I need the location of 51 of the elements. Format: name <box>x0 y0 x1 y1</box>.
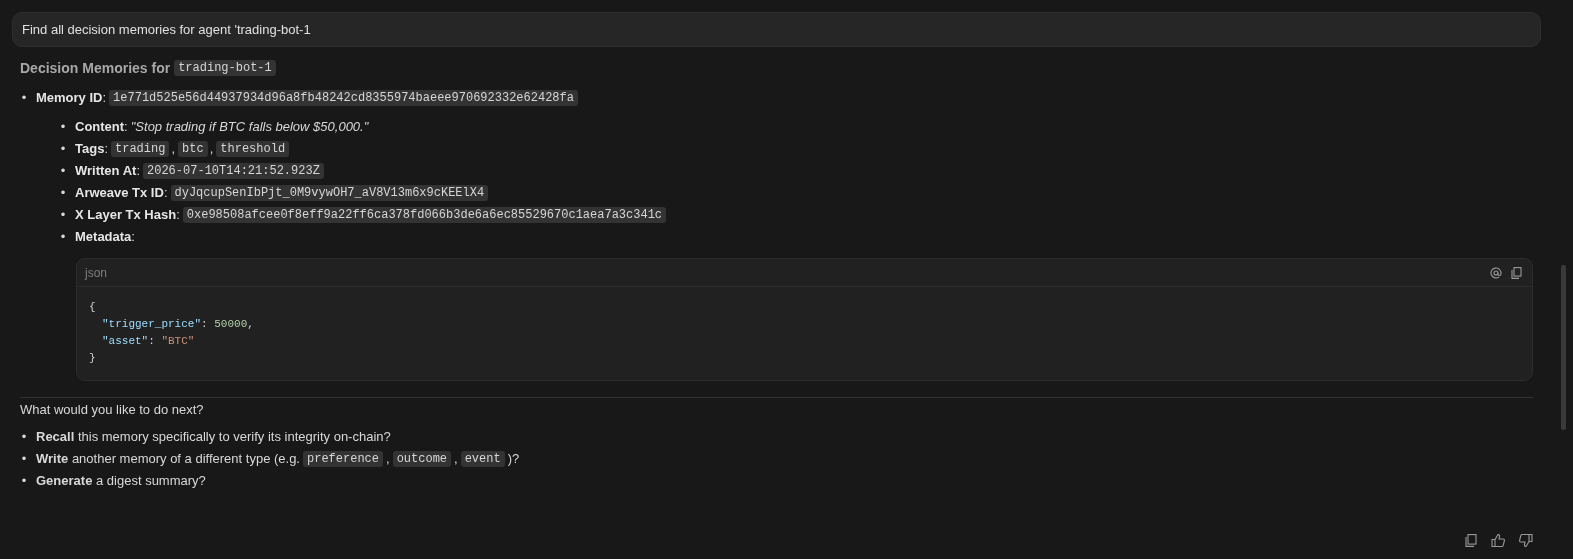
thumbs-up-icon[interactable] <box>1491 534 1505 547</box>
inline-code: 0xe98508afcee0f8eff9a22ff6ca378fd066b3de6a6ec85529670c1aea7a3c341c <box>182 206 667 223</box>
inline-code: 2026-07-10T14:21:52.923Z <box>143 162 324 179</box>
option-text: Write another memory of a different type (e.g. <box>36 451 300 466</box>
field-label: Metadata: <box>75 229 135 244</box>
code-line: } <box>89 351 96 366</box>
thumbs-down-icon[interactable] <box>1519 534 1533 547</box>
code-line: "asset": "BTC" <box>101 334 195 349</box>
option-text: Recall this memory specifically to verify its integrity on-chain? <box>36 429 391 444</box>
bullet: • <box>20 450 28 468</box>
option-text: )? <box>507 451 520 466</box>
bullet: • <box>59 140 67 158</box>
bullet: • <box>20 89 28 107</box>
mention-icon[interactable] <box>1490 266 1502 279</box>
bullet: • <box>20 428 28 446</box>
inline-code: dyJqcupSenIbPjt_0M9vywOH7_aV8V13m6x9cKEElX4 <box>170 184 489 201</box>
code-line: "trigger_price": 50000, <box>101 317 254 332</box>
bullet: • <box>59 206 67 224</box>
bullet: • <box>59 118 67 136</box>
code-language: json <box>85 265 107 280</box>
field-label: Arweave Tx ID: <box>75 185 168 200</box>
tag-code: threshold <box>216 140 290 157</box>
tag-code: trading <box>111 140 170 157</box>
bullet: • <box>59 184 67 202</box>
copy-icon[interactable] <box>1511 266 1522 279</box>
separator: , <box>171 141 176 156</box>
field-label: Content: <box>75 119 128 134</box>
copy-icon[interactable] <box>1465 534 1477 547</box>
field-label: Written At: <box>75 163 140 178</box>
inline-code: outcome <box>392 450 452 467</box>
field-label: Tags: <box>75 141 108 156</box>
inline-code: 1e771d525e56d44937934d96a8fb48242cd8355974baeee970692332e62428fa <box>109 89 578 106</box>
section-heading: Decision Memories for <box>20 60 171 76</box>
tag-code: btc <box>178 140 208 157</box>
field-value: "Stop trading if BTC falls below $50,000." <box>130 119 369 134</box>
option-text: , <box>454 451 458 466</box>
prompt-text: Find all decision memories for agent 'trading-bot-1 <box>22 22 311 37</box>
option-text: , <box>386 451 390 466</box>
scrollbar-thumb[interactable] <box>1561 265 1566 430</box>
bullet: • <box>20 472 28 490</box>
inline-code: preference <box>303 450 383 467</box>
field-label: Memory ID: <box>36 90 107 105</box>
bullet: • <box>59 228 67 246</box>
separator: , <box>209 141 214 156</box>
option-text: Generate a digest summary? <box>36 473 206 488</box>
bullet: • <box>59 162 67 180</box>
field-label: X Layer Tx Hash: <box>75 207 180 222</box>
question-text: What would you like to do next? <box>20 402 205 417</box>
inline-code: trading-bot-1 <box>174 60 276 76</box>
code-line: { <box>89 300 96 315</box>
inline-code: event <box>460 450 505 467</box>
